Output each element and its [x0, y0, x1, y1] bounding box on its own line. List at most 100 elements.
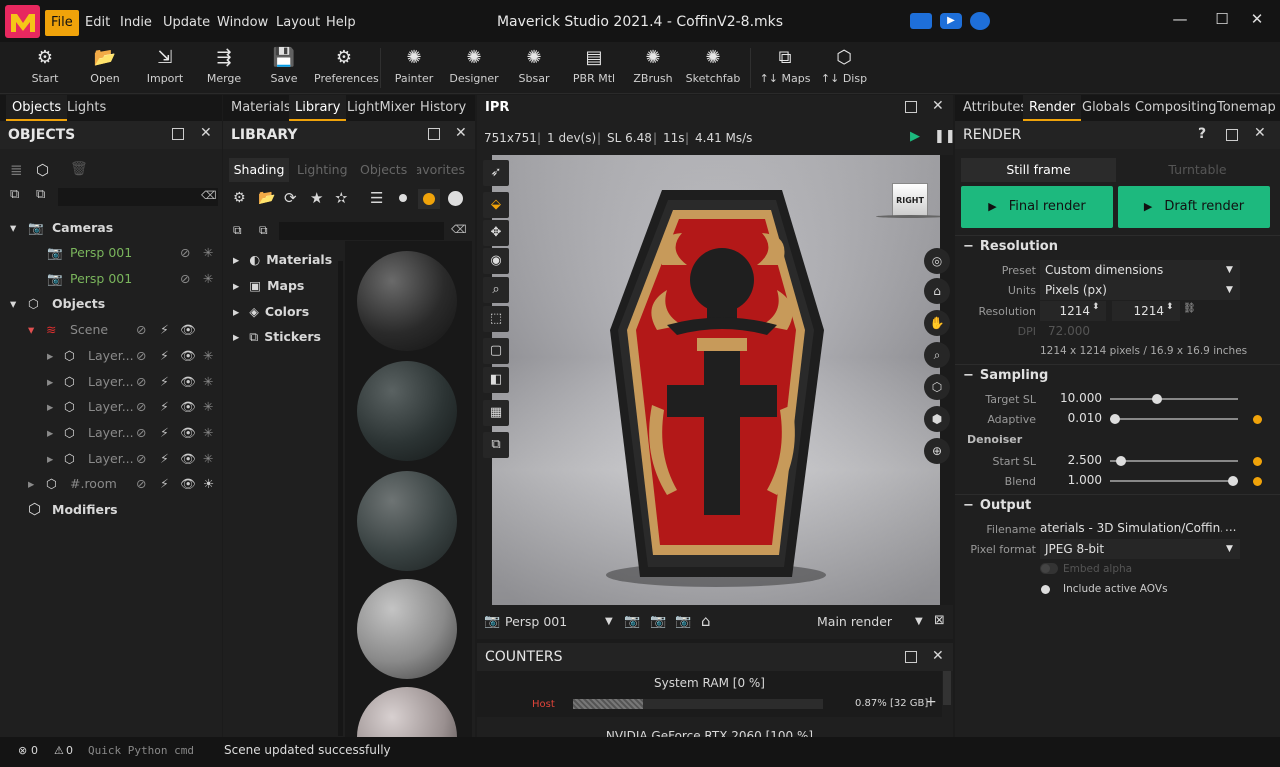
painter-button[interactable]: ✺ Painter: [384, 42, 444, 94]
preset-select[interactable]: Custom dimensions ▼: [1040, 260, 1240, 280]
crop-icon[interactable]: ▢: [483, 338, 509, 364]
camera-select[interactable]: Persp 001 ▼: [505, 612, 617, 632]
snapshot-icon[interactable]: ⧉: [483, 432, 509, 458]
move-tool-icon[interactable]: ✥: [483, 220, 509, 246]
sampling-section[interactable]: − Sampling: [963, 368, 1048, 383]
tree-objects[interactable]: ▾ ⬡ Objects: [0, 291, 222, 316]
camera-reset-icon[interactable]: 📷: [675, 614, 691, 629]
home-view-icon[interactable]: ⌂: [701, 612, 711, 630]
bolt-icon[interactable]: ⚡: [160, 446, 169, 471]
disp-button[interactable]: ⬡ ↑↓ Disp: [814, 42, 874, 94]
warning-icon[interactable]: ⚠: [54, 744, 64, 757]
tab-tonemap[interactable]: Tonemap: [1211, 95, 1280, 121]
tree-cameras[interactable]: ▾ 📷 Cameras: [0, 215, 222, 240]
bolt-icon[interactable]: ⚡: [160, 394, 169, 419]
library-tree-maps[interactable]: ▸ ▣ Maps: [233, 273, 304, 298]
tab-library[interactable]: Library: [289, 95, 347, 121]
pbr-mtl-button[interactable]: ▤ PBR Mtl: [564, 42, 624, 94]
settings-icon[interactable]: ⚙: [233, 190, 246, 206]
adaptive-slider[interactable]: [1110, 412, 1238, 426]
bolt-icon[interactable]: ⚡: [160, 317, 169, 342]
library-tree-stickers[interactable]: ▸ ⧉ Stickers: [233, 324, 321, 349]
embed-alpha-toggle[interactable]: [1040, 563, 1058, 574]
large-size-icon[interactable]: [448, 191, 463, 206]
zoom-region-icon[interactable]: ⌕: [483, 277, 509, 303]
close-panel-icon[interactable]: ✕: [455, 125, 467, 141]
delete-icon[interactable]: 🗑: [70, 161, 88, 177]
menu-file[interactable]: File: [45, 10, 79, 36]
slider-handle[interactable]: [1115, 456, 1126, 466]
library-tree-colors[interactable]: ▸ ◈ Colors: [233, 299, 309, 324]
forum-icon[interactable]: [970, 12, 990, 30]
subtab-favorites[interactable]: Favorites: [417, 158, 465, 182]
undock-icon[interactable]: [905, 101, 917, 113]
collapse-all-icon[interactable]: ⧉: [36, 187, 45, 202]
small-size-icon[interactable]: [399, 194, 407, 202]
blend-slider[interactable]: [1110, 474, 1238, 488]
mode-still-frame[interactable]: Still frame: [961, 158, 1116, 182]
no-select-icon[interactable]: ⊘: [136, 317, 146, 342]
designer-button[interactable]: ✺ Designer: [444, 42, 504, 94]
star-outline-icon[interactable]: ✫: [335, 189, 348, 207]
list-view-icon[interactable]: ☰: [370, 189, 383, 207]
bolt-icon[interactable]: ⚡: [160, 343, 169, 368]
tab-lightmixer[interactable]: LightMixer: [341, 95, 421, 121]
tree-layer[interactable]: ▸ ⬡ Layer... ⊘ ⚡ 👁 ✳: [0, 420, 222, 445]
no-select-icon[interactable]: ⊘: [136, 446, 146, 471]
youtube-icon[interactable]: ▶: [940, 13, 962, 29]
eye-icon[interactable]: 👁: [180, 446, 196, 471]
splitter[interactable]: [338, 261, 343, 736]
hidden-eye-icon[interactable]: ⊘: [180, 240, 190, 265]
filename-input[interactable]: aterials - 3D Simulation/Coffin.jpg: [1040, 521, 1222, 535]
target-icon[interactable]: ◎: [924, 248, 950, 274]
material-thumb[interactable]: [357, 579, 457, 679]
subtab-shading[interactable]: Shading: [229, 158, 289, 182]
merge-button[interactable]: ⇶ Merge: [194, 42, 254, 94]
orbit-icon[interactable]: ⬡: [924, 374, 950, 400]
home-icon[interactable]: ⌂: [924, 278, 950, 304]
subtab-objects[interactable]: Objects: [360, 158, 407, 182]
final-render-button[interactable]: ▶ Final render: [961, 186, 1113, 228]
tab-render[interactable]: Render: [1023, 95, 1082, 121]
no-select-icon[interactable]: ⊘: [136, 394, 146, 419]
no-select-icon[interactable]: ⊘: [136, 343, 146, 368]
eye-icon[interactable]: 👁: [180, 369, 196, 394]
import-button[interactable]: ⇲ Import: [135, 42, 195, 94]
menu-window[interactable]: Window: [211, 10, 274, 36]
close-panel-icon[interactable]: ✕: [932, 648, 944, 664]
tree-layer[interactable]: ▸ ⬡ Layer... ⊘ ⚡ 👁 ✳: [0, 343, 222, 368]
tree-room[interactable]: ▸ ⬡ #.room ⊘ ⚡ 👁 ☀: [0, 471, 222, 496]
minimize-icon[interactable]: —: [1165, 10, 1195, 34]
no-select-icon[interactable]: ⊘: [136, 420, 146, 445]
tab-objects[interactable]: Objects: [6, 95, 68, 121]
menu-layout[interactable]: Layout: [270, 10, 326, 36]
counters-scrollbar[interactable]: [943, 671, 951, 705]
checker-icon[interactable]: ▦: [483, 400, 509, 426]
eye-icon[interactable]: 👁: [180, 471, 196, 496]
light-off-icon[interactable]: ✳: [203, 446, 213, 471]
blend-value[interactable]: 1.000: [1040, 473, 1102, 487]
material-thumb[interactable]: [357, 251, 457, 351]
play-icon[interactable]: ▶: [910, 129, 920, 144]
view-cube[interactable]: RIGHT: [892, 183, 928, 217]
expand-plus-icon[interactable]: +: [925, 694, 937, 710]
dpi-input[interactable]: 72.000: [1040, 321, 1106, 341]
clear-search-icon[interactable]: ⌫: [451, 223, 467, 236]
material-thumb[interactable]: [357, 471, 457, 571]
library-search-input[interactable]: [279, 222, 444, 240]
sketchfab-button[interactable]: ✺ Sketchfab: [683, 42, 743, 94]
add-object-icon[interactable]: ⬡: [36, 161, 49, 179]
slider-handle[interactable]: [1152, 394, 1163, 404]
expand-all-icon[interactable]: ⧉: [233, 223, 242, 238]
star-icon[interactable]: ★: [310, 189, 323, 207]
compare-icon[interactable]: ◧: [483, 367, 509, 393]
close-panel-icon[interactable]: ✕: [932, 98, 944, 114]
start-button[interactable]: ⚙ Start: [15, 42, 75, 94]
eye-icon[interactable]: 👁: [180, 420, 196, 445]
focus-tool-icon[interactable]: ◉: [483, 248, 509, 274]
mode-turntable[interactable]: Turntable: [1120, 158, 1275, 182]
tab-attributes[interactable]: Attributes: [957, 95, 1033, 121]
no-select-icon[interactable]: ⊘: [136, 471, 146, 496]
start-sl-value[interactable]: 2.500: [1040, 453, 1102, 467]
keyframe-dot[interactable]: [1253, 457, 1262, 466]
